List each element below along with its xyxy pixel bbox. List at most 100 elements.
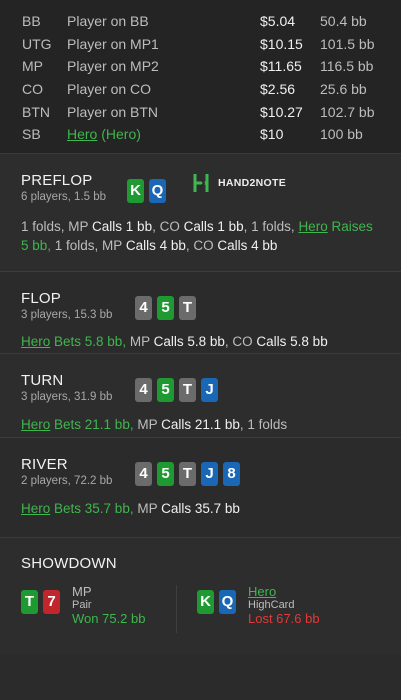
showdown-hand: HighCard [248,598,295,611]
street-subtitle: 2 players, 72.2 bb [21,474,113,487]
card: 8 [223,461,240,486]
showdown-loser-left: T 7 MP Pair Won 75.2 bb [21,584,145,626]
card: 4 [135,461,152,486]
action-text: , 1 folds [239,416,288,432]
street-actions: Hero Bets 35.7 bb, MP Calls 35.7 bb [21,499,240,518]
hero-link[interactable]: Hero [298,219,327,234]
stack-bb: 25.6 bb [320,81,367,98]
street-subtitle: 6 players, 1.5 bb [21,190,107,203]
player-name[interactable]: Player on MP1 [67,36,260,52]
card: J [201,377,218,402]
street-header: TURN 3 players, 31.9 bb [21,372,112,403]
action-call: Calls 35.7 bb [161,500,240,516]
action-text: , CO [152,218,184,234]
hero-link[interactable]: Hero [21,501,50,516]
hand2note-logo: HAND2NOTE [192,172,286,194]
showdown-result: Lost 67.6 bb [248,610,320,626]
action-text: 1 folds, MP [21,218,93,234]
card: 5 [157,295,174,320]
hand2note-icon [193,173,209,192]
board-cards: 4 5 T J [135,377,218,402]
position: CO [22,81,43,98]
stack-bb: 102.7 bb [320,103,375,120]
street-actions: Hero Bets 21.1 bb, MP Calls 21.1 bb, 1 f… [21,415,287,434]
showdown-result: Won 75.2 bb [72,610,146,626]
street-title: TURN [21,371,64,389]
position: MP [22,58,43,75]
showdown-hand: Pair [72,598,92,611]
showdown-info: Hero HighCard Lost 67.6 bb [248,584,320,626]
street-river: RIVER 2 players, 72.2 bb 4 5 T J 8 Hero … [0,437,401,538]
player-row-hero: SB Hero (Hero) $10 100 bb [0,123,401,146]
street-subtitle: 3 players, 15.3 bb [21,308,113,321]
card: 5 [157,461,174,486]
street-actions: 1 folds, MP Calls 1 bb, CO Calls 1 bb, 1… [21,217,391,255]
street-header: PREFLOP 6 players, 1.5 bb [21,172,106,203]
card: 4 [135,377,152,402]
stack-dollars: $10.15 [260,35,303,52]
position: SB [22,126,41,143]
hero-name[interactable]: Hero [67,126,97,142]
stack-dollars: $10.27 [260,103,303,120]
logo-text: HAND2NOTE [218,176,287,189]
street-header: RIVER 2 players, 72.2 bb [21,456,112,487]
hero-link[interactable]: Hero [21,417,50,432]
card: T [179,461,196,486]
action-text: MP [126,333,154,349]
card: 5 [157,377,174,402]
player-name[interactable]: Player on BTN [67,104,260,120]
showdown-info: MP Pair Won 75.2 bb [72,584,145,626]
street-title: SHOWDOWN [21,554,117,572]
street-header: SHOWDOWN [21,555,117,572]
street-showdown: SHOWDOWN T 7 MP Pair Won 75.2 bb K Q Her… [0,537,401,654]
street-title: RIVER [21,455,68,473]
stack-dollars: $5.04 [260,13,296,30]
hero-action: Bets 35.7 bb, [50,500,134,516]
card: T [21,589,38,614]
street-turn: TURN 3 players, 31.9 bb 4 5 T J Hero Bet… [0,353,401,438]
player-name[interactable]: Player on MP2 [67,58,260,74]
action-call: Calls 1 bb [92,218,153,234]
hero-link[interactable]: Hero [21,334,50,349]
card: 7 [43,589,60,614]
action-call: Calls 4 bb [125,237,186,253]
card: Q [219,589,236,614]
player-name[interactable]: Player on BB [67,13,260,29]
player-row: MP Player on MP2 $11.65 116.5 bb [0,55,401,78]
showdown-player[interactable]: Hero [248,584,320,599]
hero-action: Raises [327,218,373,234]
street-actions: Hero Bets 5.8 bb, MP Calls 5.8 bb, CO Ca… [21,332,328,351]
player-row: UTG Player on MP1 $10.15 101.5 bb [0,33,401,56]
board-cards: 4 5 T J 8 [135,461,240,486]
showdown-player[interactable]: MP [72,584,145,599]
showdown-cards: K Q [197,589,236,626]
hero-action: Bets 5.8 bb, [50,333,127,349]
divider [176,584,177,633]
hero-action: Bets 21.1 bb, [50,416,134,432]
stack-bb: 101.5 bb [320,35,375,52]
stack-dollars: $2.56 [260,81,296,98]
player-name[interactable]: Player on CO [67,81,260,97]
street-header: FLOP 3 players, 15.3 bb [21,290,112,321]
showdown-cards: T 7 [21,589,60,626]
position: BTN [22,103,50,120]
card: T [179,377,196,402]
players-table: BB Player on BB $5.04 50.4 bb UTG Player… [0,0,401,154]
street-flop: FLOP 3 players, 15.3 bb 4 5 T Hero Bets … [0,271,401,354]
player-row: BB Player on BB $5.04 50.4 bb [0,10,401,33]
action-text: , CO [224,333,257,349]
player-row: BTN Player on BTN $10.27 102.7 bb [0,100,401,123]
position: UTG [22,35,52,52]
action-text: 1 folds, MP [51,237,126,253]
card: T [179,295,196,320]
action-text: MP [133,416,162,432]
hand-history-panel: BB Player on BB $5.04 50.4 bb UTG Player… [0,0,401,700]
action-text: MP [133,500,162,516]
stack-dollars: $10 [260,126,284,143]
showdown-hero-right: K Q Hero HighCard Lost 67.6 bb [197,584,320,626]
stack-dollars: $11.65 [260,58,302,75]
action-call: Calls 4 bb [217,237,278,253]
action-call: Calls 5.8 bb [256,333,328,349]
stack-bb: 100 bb [320,126,363,143]
board-cards: 4 5 T [135,295,196,320]
